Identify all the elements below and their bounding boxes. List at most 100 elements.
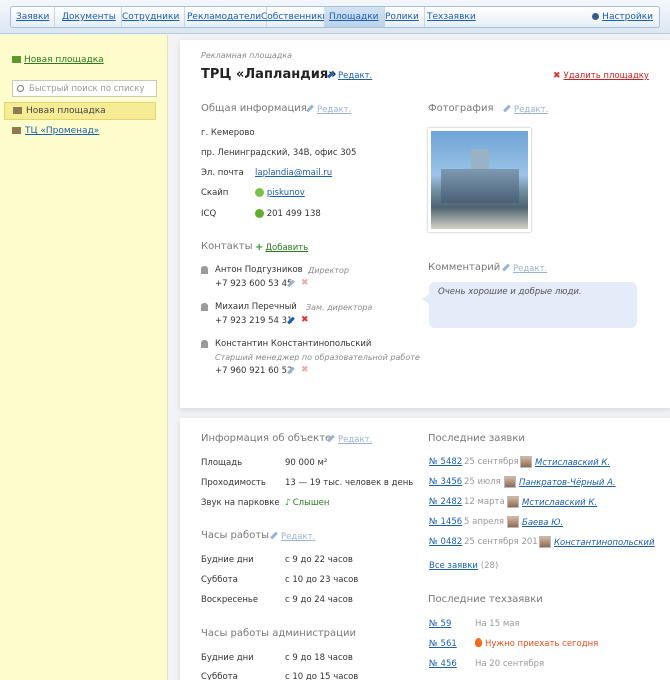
contact-edit-button[interactable] xyxy=(287,279,298,290)
delete-place-link[interactable]: ✖ Удалить площадку xyxy=(553,71,649,81)
nav-item-employees[interactable]: Сотрудники xyxy=(117,7,186,27)
search-icon xyxy=(17,85,24,92)
request-user[interactable]: Мстиславский К. xyxy=(507,496,597,508)
person-icon xyxy=(201,303,208,311)
contact-delete-button[interactable]: ✖ xyxy=(301,365,312,375)
nav-item-owners[interactable]: Собственники xyxy=(256,7,335,27)
contact-edit-button[interactable] xyxy=(287,316,298,327)
page-kicker: Рекламная площадка xyxy=(201,51,293,60)
nav-item-tech-requests[interactable]: Техзаявки xyxy=(422,7,481,27)
delete-icon: ✖ xyxy=(301,278,309,288)
request-user[interactable]: Константинопольский xyxy=(539,536,654,548)
request-number[interactable]: № 1456 xyxy=(429,517,462,527)
contact-delete-button[interactable]: ✖ xyxy=(301,315,312,325)
email-link[interactable]: laplandia@mail.ru xyxy=(255,168,332,178)
nav-item-clips[interactable]: Ролики xyxy=(380,7,425,27)
pencil-icon xyxy=(327,70,335,79)
skype-value[interactable]: piskunov xyxy=(255,188,305,198)
hours-edit-link[interactable]: Редакт. xyxy=(270,531,315,542)
pencil-icon xyxy=(503,104,511,113)
sound-value: Слышен xyxy=(292,498,330,508)
object-edit-link[interactable]: Редакт. xyxy=(327,434,372,445)
request-number[interactable]: № 0482 xyxy=(429,537,462,547)
contact-item: Михаил Перечный Зам. директора +7 923 21… xyxy=(201,302,421,330)
title-edit-link[interactable]: Редакт. xyxy=(327,70,373,81)
place-photo[interactable] xyxy=(428,128,531,232)
tech-request-number[interactable]: № 456 xyxy=(429,659,457,669)
nav-item-places[interactable]: Площадки xyxy=(324,7,385,27)
request-date: 25 сентября 2011 xyxy=(464,537,544,547)
settings-link[interactable]: Настройки xyxy=(592,7,653,27)
nav-bar: Заявки Документы Сотрудники Рекламодател… xyxy=(10,6,660,28)
settings-label: Настройки xyxy=(602,12,653,22)
hours-value: с 9 до 22 часов xyxy=(285,555,353,565)
comment-text: Очень хорошие и добрые люди. xyxy=(438,287,582,297)
object-label: Звук на парковке xyxy=(201,498,280,508)
photo-edit-label: Редакт. xyxy=(514,105,549,115)
tech-request-text: На 15 мая xyxy=(475,619,520,629)
request-row[interactable]: № 5482 25 сентября Мстиславский К. xyxy=(429,456,669,470)
photo-building xyxy=(441,169,519,203)
pencil-icon xyxy=(306,104,314,113)
all-requests-link[interactable]: Все заявки (28) xyxy=(429,561,498,571)
comment-edit-label: Редакт. xyxy=(513,264,548,274)
gear-icon xyxy=(592,13,600,20)
tech-request-row[interactable]: № 561 Нужно приехать сегодня xyxy=(429,638,669,652)
request-number[interactable]: № 2482 xyxy=(429,497,462,507)
request-row[interactable]: № 3456 25 июля Панкратов-Чёрный А. xyxy=(429,476,669,490)
request-number[interactable]: № 5482 xyxy=(429,457,462,467)
nav-item-advertisers[interactable]: Рекламодатели xyxy=(182,7,268,27)
admin-hours-value: с 9 до 18 часов xyxy=(285,653,353,663)
tech-request-row[interactable]: № 456 На 20 сентября xyxy=(429,658,669,672)
icq-value: 201 499 138 xyxy=(255,209,321,219)
photo-tower xyxy=(471,149,489,171)
new-place-label: Новая площадка xyxy=(24,55,104,65)
object-label: Проходимость xyxy=(201,478,266,488)
request-number[interactable]: № 3456 xyxy=(429,477,462,487)
request-user[interactable]: Панкратов-Чёрный А. xyxy=(504,476,616,488)
nav-item-requests[interactable]: Заявки xyxy=(11,7,56,27)
admin-hours-label: Суббота xyxy=(201,672,238,680)
tech-request-row[interactable]: № 59 На 15 мая xyxy=(429,618,669,632)
delete-icon: ✖ xyxy=(301,365,309,375)
sidebar: Новая площадка Быстрый поиск по списку Н… xyxy=(0,35,168,680)
contacts-title: Контакты xyxy=(201,241,253,252)
contact-edit-button[interactable] xyxy=(287,366,298,377)
delete-icon: ✖ xyxy=(553,71,561,81)
request-user[interactable]: Баева Ю. xyxy=(507,516,563,528)
contact-phone: +7 960 921 60 52 xyxy=(215,366,293,376)
tech-request-text: На 20 сентября xyxy=(475,659,545,669)
tech-request-number[interactable]: № 561 xyxy=(429,639,457,649)
contact-phone: +7 923 219 54 31 xyxy=(215,316,293,326)
object-value: 90 000 м² xyxy=(285,458,328,468)
tech-request-number[interactable]: № 59 xyxy=(429,619,451,629)
contact-role: Директор xyxy=(308,266,349,275)
plus-icon: + xyxy=(255,242,264,253)
sidebar-item-new-place[interactable]: Новая площадка xyxy=(4,102,156,120)
request-row[interactable]: № 2482 12 марта Мстиславский К. xyxy=(429,496,669,510)
title-edit-label: Редакт. xyxy=(338,71,373,81)
building-icon xyxy=(12,127,21,134)
photo-edit-link[interactable]: Редакт. xyxy=(503,104,549,115)
skype-name: piskunov xyxy=(266,188,305,198)
request-row[interactable]: № 1456 5 апреля Баева Ю. xyxy=(429,516,669,530)
sidebar-item-promenad[interactable]: ТЦ «Променад» xyxy=(12,126,99,136)
avatar xyxy=(507,516,519,528)
general-info-title: Общая информация xyxy=(201,103,307,114)
new-place-link[interactable]: Новая площадка xyxy=(12,55,104,65)
request-user[interactable]: Мстиславский К. xyxy=(520,456,610,468)
icq-number: 201 499 138 xyxy=(266,209,321,219)
quick-search-input[interactable]: Быстрый поиск по списку xyxy=(12,80,157,97)
contact-delete-button[interactable]: ✖ xyxy=(301,278,312,288)
general-edit-link[interactable]: Редакт. xyxy=(306,104,351,115)
city-value: г. Кемерово xyxy=(201,128,255,138)
urgent-text: Нужно приехать сегодня xyxy=(485,639,599,649)
request-row[interactable]: № 0482 25 сентября 2011 Константинопольс… xyxy=(429,536,670,550)
comment-edit-link[interactable]: Редакт. xyxy=(502,263,548,274)
nav-item-documents[interactable]: Документы xyxy=(57,7,122,27)
icq-flower-icon xyxy=(255,209,264,218)
avatar xyxy=(504,476,516,488)
add-contact-button[interactable]: + Добавить xyxy=(255,242,308,253)
hours-label: Воскресенье xyxy=(201,595,259,605)
contact-name: Антон Подгузников xyxy=(215,265,303,275)
